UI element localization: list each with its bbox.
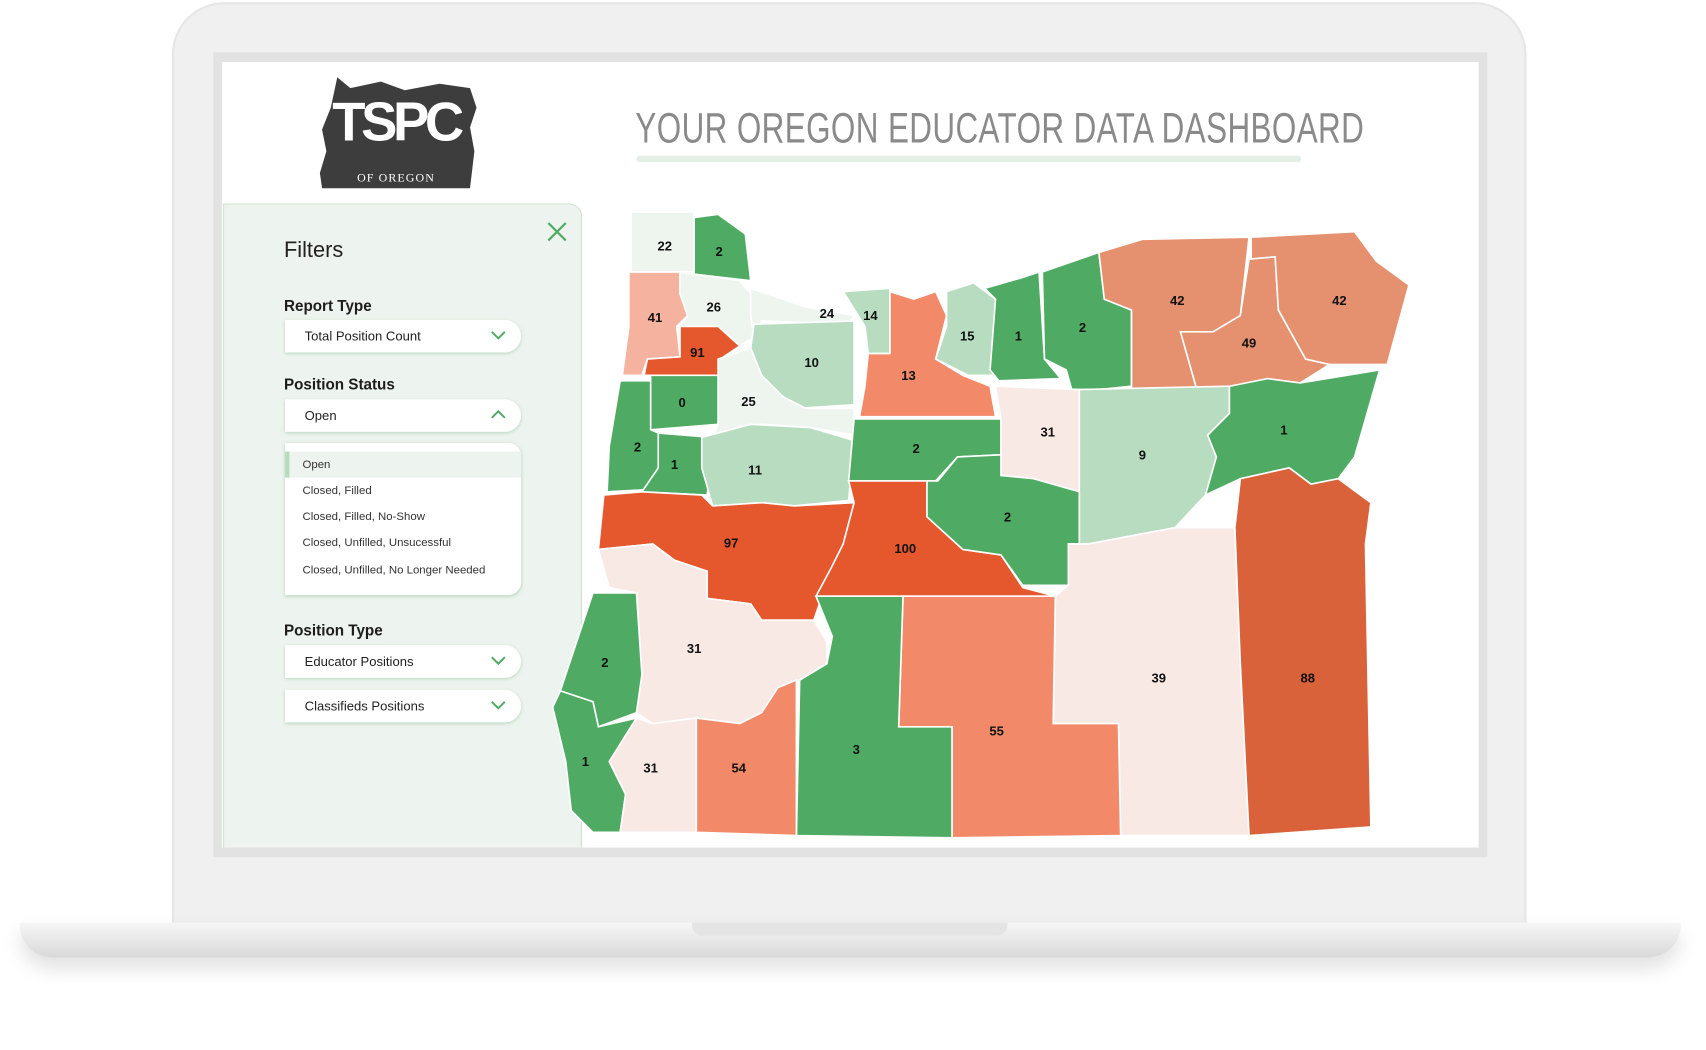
county-value-label: 2	[1004, 509, 1011, 524]
county-value-label: 97	[724, 535, 739, 550]
county-value-label: 88	[1301, 670, 1316, 685]
oregon-county-map: 22 24126 24 1491101315 1242494202251 11231919…	[551, 211, 1410, 839]
county-value-label: 10	[804, 355, 819, 370]
county-region[interactable]	[700, 423, 855, 507]
county-value-label: 2	[1079, 320, 1086, 335]
county-region[interactable]	[1234, 466, 1372, 837]
county-value-label: 0	[679, 395, 686, 410]
county-value-label: 31	[687, 641, 702, 656]
county-value-label: 91	[690, 345, 705, 360]
county-value-label: 2	[912, 441, 919, 456]
county-value-label: 2	[634, 440, 641, 455]
county-value-label: 25	[741, 394, 756, 409]
county-value-label: 54	[731, 761, 746, 776]
county-value-label: 41	[648, 310, 663, 325]
county-value-label: 1	[1015, 329, 1022, 344]
county-value-label: 39	[1151, 670, 1166, 685]
county-value-label: 1	[582, 754, 589, 769]
county-value-label: 11	[748, 463, 762, 478]
county-value-label: 24	[820, 306, 835, 321]
county-value-label: 3	[853, 742, 860, 757]
county-value-label: 31	[643, 761, 658, 776]
county-value-label: 42	[1332, 293, 1347, 308]
county-value-label: 15	[960, 329, 975, 344]
county-value-label: 9	[1139, 447, 1146, 462]
county-value-label: 55	[989, 724, 1004, 739]
county-value-label: 1	[1280, 422, 1287, 437]
county-value-label: 2	[601, 655, 608, 670]
county-region[interactable]	[1078, 385, 1231, 545]
county-value-label: 26	[706, 299, 721, 314]
county-value-label: 1	[671, 457, 678, 472]
county-value-label: 49	[1242, 335, 1257, 350]
county-value-label: 100	[894, 541, 916, 556]
dashboard-screen: TSPC OF OREGON YOUR OREGON EDUCATOR DATA…	[221, 62, 1479, 848]
county-value-label: 14	[863, 308, 878, 323]
county-value-label: 42	[1170, 293, 1185, 308]
county-value-label: 31	[1040, 424, 1055, 439]
county-value-label: 13	[901, 368, 916, 383]
laptop-notch	[691, 922, 1008, 936]
county-value-label: 2	[716, 244, 723, 259]
county-value-label: 22	[658, 238, 673, 253]
